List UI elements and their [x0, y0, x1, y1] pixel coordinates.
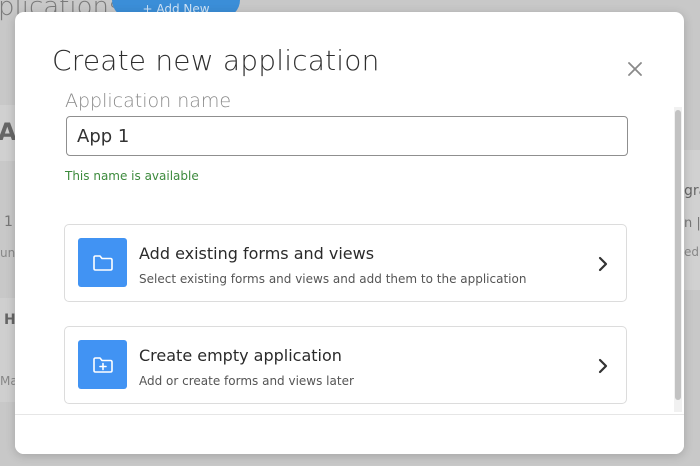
add-existing-forms-option[interactable]: Add existing forms and views Select exis… [64, 224, 627, 302]
folder-plus-icon [78, 340, 127, 389]
chevron-right-icon [597, 357, 609, 375]
application-name-label: Application name [65, 90, 232, 112]
background-right-text: n | [684, 216, 700, 231]
folder-icon [78, 238, 127, 287]
name-available-hint: This name is available [65, 169, 199, 183]
background-left-text: H [4, 312, 16, 328]
dialog-title: Create new application [52, 44, 380, 77]
chevron-right-icon [597, 255, 609, 273]
scrollbar-thumb[interactable] [675, 110, 681, 400]
background-right-text: gra [684, 183, 700, 199]
dialog-footer [15, 415, 684, 454]
option-title: Add existing forms and views [139, 244, 375, 263]
background-left-text: 1 [4, 214, 13, 230]
option-description: Select existing forms and views and add … [139, 272, 527, 286]
close-icon[interactable] [624, 58, 646, 80]
create-application-dialog: Create new application Application name … [15, 12, 684, 454]
application-name-input[interactable] [66, 116, 628, 156]
option-description: Add or create forms and views later [139, 374, 354, 388]
background-left-text: un [0, 246, 16, 260]
create-empty-application-option[interactable]: Create empty application Add or create f… [64, 326, 627, 404]
option-title: Create empty application [139, 346, 342, 365]
background-right-text: ed [684, 245, 699, 259]
